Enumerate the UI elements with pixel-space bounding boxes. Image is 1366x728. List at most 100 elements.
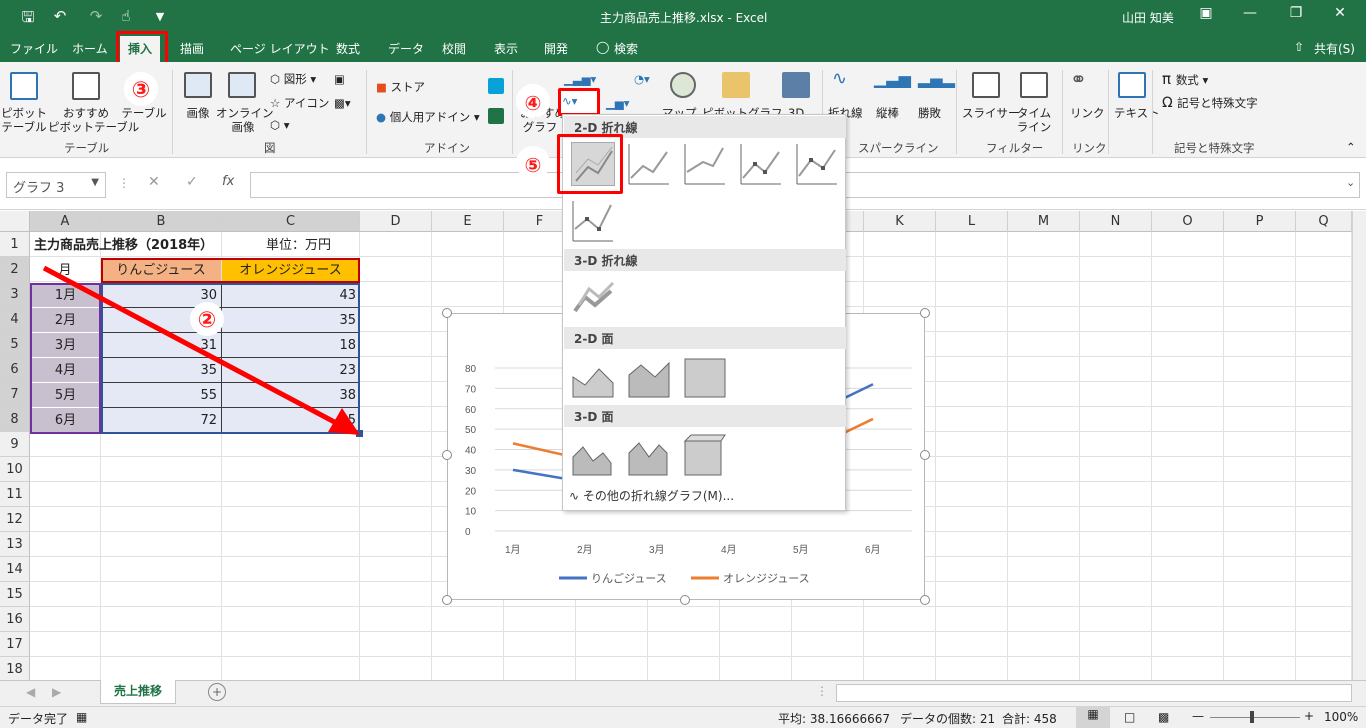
- column-header-M[interactable]: M: [1008, 211, 1080, 232]
- column-header-K[interactable]: K: [864, 211, 936, 232]
- cell-a1-title[interactable]: 主力商品売上推移（2018年）: [30, 233, 217, 258]
- recommended-pivot-button[interactable]: おすすめ ピボットテーブル: [48, 106, 139, 134]
- more-line-charts[interactable]: ∿ その他の折れ線グラフ(M)...: [569, 487, 734, 504]
- pie-chart-icon[interactable]: ◔▾: [634, 72, 650, 86]
- row-header-18[interactable]: 18: [0, 657, 30, 682]
- my-addins-button[interactable]: ● 個人用アドイン ▾: [376, 110, 480, 124]
- zoom-slider[interactable]: [1210, 717, 1300, 718]
- tab-file[interactable]: ファイル: [10, 40, 58, 57]
- tab-split-icon[interactable]: ⋮: [816, 684, 828, 698]
- row-header-10[interactable]: 10: [0, 457, 30, 482]
- screenshot-icon[interactable]: ▣: [334, 72, 345, 86]
- 3d-100-area-option[interactable]: [683, 433, 727, 477]
- expand-formula-icon[interactable]: ⌄: [1346, 176, 1355, 189]
- row-header-14[interactable]: 14: [0, 557, 30, 582]
- vertical-scrollbar[interactable]: [1352, 211, 1366, 680]
- store-button[interactable]: ■ ストア: [376, 80, 425, 94]
- shapes-button[interactable]: ⬡ 図形 ▾: [270, 72, 316, 86]
- tab-data[interactable]: データ: [388, 40, 424, 57]
- normal-view-icon[interactable]: ▦: [1076, 707, 1110, 728]
- resize-handle[interactable]: [442, 308, 452, 318]
- page-layout-view-icon[interactable]: □: [1124, 710, 1135, 724]
- tell-me-box[interactable]: 検索: [614, 40, 638, 57]
- row-header-11[interactable]: 11: [0, 482, 30, 507]
- tab-review[interactable]: 校閲: [442, 40, 466, 57]
- maximize-icon[interactable]: ❐: [1276, 5, 1316, 21]
- row-header-17[interactable]: 17: [0, 632, 30, 657]
- column-header-N[interactable]: N: [1080, 211, 1152, 232]
- 3d-line-option[interactable]: [571, 275, 615, 319]
- customize-qat-icon[interactable]: ▼: [150, 10, 170, 23]
- tab-draw[interactable]: 描画: [180, 40, 204, 57]
- column-header-D[interactable]: D: [360, 211, 432, 232]
- share-button[interactable]: 共有(S): [1314, 40, 1355, 57]
- 3d-area-option[interactable]: [571, 433, 615, 477]
- people-graph-icon[interactable]: [488, 108, 504, 124]
- row-header-7[interactable]: 7: [0, 382, 30, 407]
- line-markers-option[interactable]: [739, 142, 783, 186]
- row-header-1[interactable]: 1: [0, 232, 30, 257]
- stacked-line-option[interactable]: [627, 142, 671, 186]
- row-header-9[interactable]: 9: [0, 432, 30, 457]
- row-header-12[interactable]: 12: [0, 507, 30, 532]
- column-header-B[interactable]: B: [101, 211, 222, 232]
- column-header-L[interactable]: L: [936, 211, 1008, 232]
- sparkline-winloss-button[interactable]: 勝敗: [918, 106, 941, 120]
- symbol-button[interactable]: Ω 記号と特殊文字: [1162, 96, 1258, 110]
- bar-chart-icon[interactable]: ▁▅▾: [606, 96, 646, 110]
- row-header-4[interactable]: 4: [0, 307, 30, 332]
- pictures-button[interactable]: 画像: [178, 106, 218, 120]
- macro-record-icon[interactable]: ▦: [76, 710, 87, 724]
- ribbon-display-icon[interactable]: ▣: [1186, 5, 1226, 21]
- column-chart-icon[interactable]: ▁▃▅▾: [564, 72, 624, 86]
- cell-c1-unit[interactable]: 単位：万円: [262, 233, 335, 258]
- resize-handle[interactable]: [920, 308, 930, 318]
- tab-formulas[interactable]: 数式: [336, 40, 360, 57]
- minimize-icon[interactable]: —: [1230, 5, 1270, 21]
- tab-view[interactable]: 表示: [494, 40, 518, 57]
- column-header-P[interactable]: P: [1224, 211, 1296, 232]
- area-option[interactable]: [571, 355, 615, 399]
- 100-line-markers-option[interactable]: [571, 199, 615, 243]
- tab-page-layout[interactable]: ページ レイアウト: [230, 40, 330, 57]
- sheet-tab-active[interactable]: 売上推移: [100, 680, 176, 704]
- name-box-dropdown-icon[interactable]: ▼: [91, 177, 99, 188]
- resize-handle[interactable]: [442, 450, 452, 460]
- table-button[interactable]: テーブル: [120, 106, 168, 120]
- resize-handle[interactable]: [920, 450, 930, 460]
- column-header-A[interactable]: A: [30, 211, 101, 232]
- row-header-15[interactable]: 15: [0, 582, 30, 607]
- zoom-level[interactable]: 100%: [1324, 710, 1358, 724]
- row-header-8[interactable]: 8: [0, 407, 30, 432]
- undo-icon[interactable]: ↶: [50, 7, 70, 25]
- insert-function-icon[interactable]: fx: [222, 174, 234, 189]
- slicer-button[interactable]: スライサー: [962, 106, 1020, 120]
- timeline-button[interactable]: タイム ライン: [1014, 106, 1054, 134]
- column-header-E[interactable]: E: [432, 211, 504, 232]
- sparkline-column-button[interactable]: 縦棒: [876, 106, 899, 120]
- stacked-line-markers-option[interactable]: [795, 142, 839, 186]
- next-sheet-icon[interactable]: ▶: [52, 685, 61, 699]
- prev-sheet-icon[interactable]: ◀: [26, 685, 35, 699]
- select-all-corner[interactable]: [0, 211, 30, 232]
- row-header-5[interactable]: 5: [0, 332, 30, 357]
- link-button[interactable]: リンク: [1070, 106, 1105, 120]
- touch-mode-icon[interactable]: ☝: [116, 7, 136, 25]
- 100-stacked-line-option[interactable]: [683, 142, 727, 186]
- 3d-stacked-area-option[interactable]: [627, 433, 671, 477]
- column-header-Q[interactable]: Q: [1296, 211, 1352, 232]
- collapse-ribbon-icon[interactable]: ⌃: [1346, 140, 1356, 154]
- close-icon[interactable]: ✕: [1320, 5, 1360, 21]
- icons-button[interactable]: ☆ アイコン: [270, 96, 329, 110]
- redo-icon[interactable]: ↷: [86, 7, 106, 25]
- cancel-icon[interactable]: ✕: [148, 174, 160, 190]
- bing-maps-icon[interactable]: [488, 78, 504, 94]
- tab-home[interactable]: ホーム: [72, 40, 108, 57]
- name-box[interactable]: グラフ 3 ▼: [6, 172, 106, 198]
- tab-developer[interactable]: 開発: [544, 40, 568, 57]
- share-icon[interactable]: ⇧: [1294, 40, 1304, 54]
- row-header-2[interactable]: 2: [0, 257, 30, 282]
- pivot-table-button[interactable]: ピボット テーブル: [0, 106, 48, 134]
- stacked-area-option[interactable]: [627, 355, 671, 399]
- smartart-icon[interactable]: ▩▾: [334, 96, 351, 110]
